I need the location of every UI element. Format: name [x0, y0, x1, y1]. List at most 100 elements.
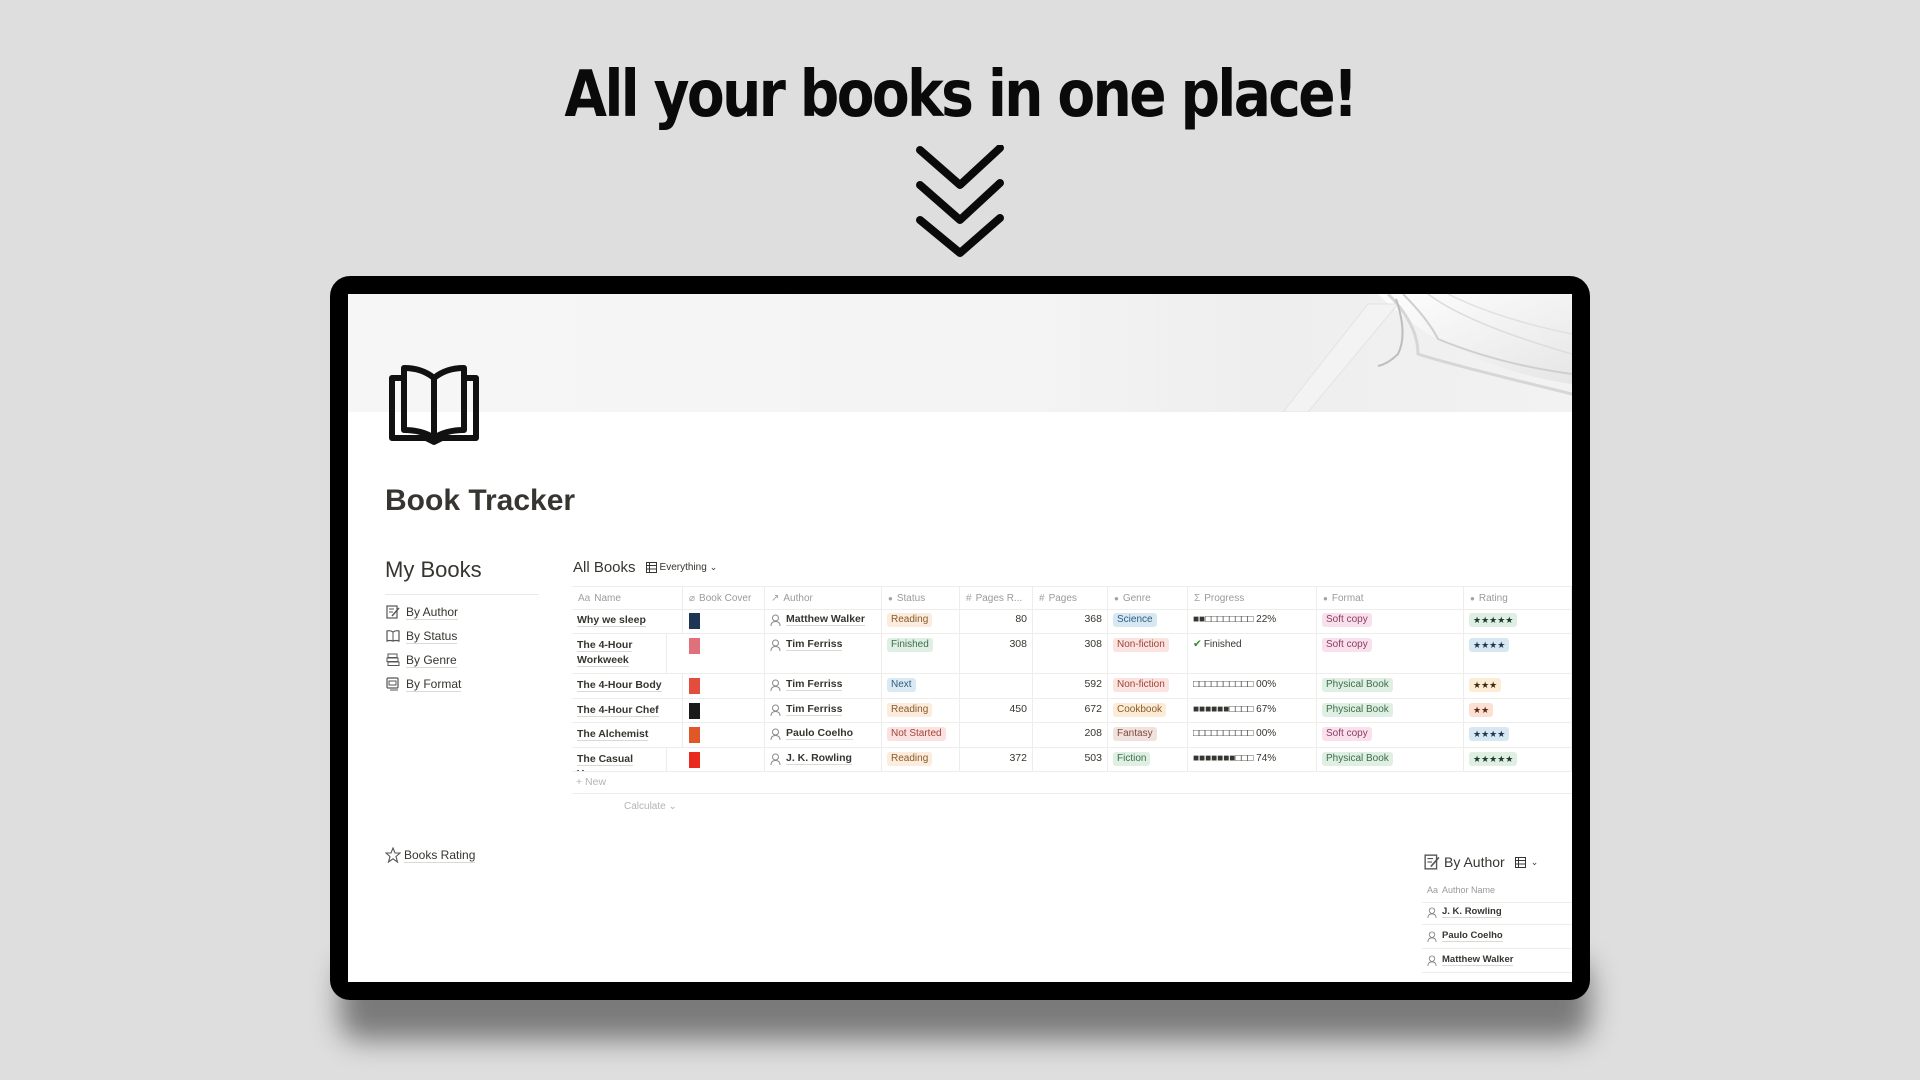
link-by-format[interactable]: By Format	[385, 673, 462, 695]
column-header-pages-read[interactable]: # Pages R...	[960, 587, 1033, 609]
author-link[interactable]: Tim Ferriss	[770, 703, 876, 716]
cell-book-cover[interactable]	[683, 747, 765, 771]
cell-pages[interactable]: 208	[1033, 722, 1108, 747]
cell-name[interactable]: The 4-Hour Workweek	[572, 633, 667, 673]
book-name[interactable]: The 4-Hour Chef	[577, 703, 677, 718]
new-button[interactable]: + New	[576, 776, 606, 788]
cell-format[interactable]: Physical Book	[1317, 673, 1464, 698]
author-link[interactable]: J. K. Rowling	[770, 752, 876, 765]
book-cover-thumbnail[interactable]	[689, 678, 700, 694]
book-cover-thumbnail[interactable]	[689, 727, 700, 743]
cell-progress[interactable]: □□□□□□□□□□ 00%	[1188, 673, 1317, 698]
cell-rating[interactable]: ★★★★	[1464, 722, 1572, 747]
cell-format[interactable]: Soft copy	[1317, 633, 1464, 673]
cell-rating[interactable]: ★★★	[1464, 673, 1572, 698]
cell-name[interactable]: The Alchemist	[572, 722, 683, 747]
cell-progress[interactable]: ■■■■■■□□□□ 67%	[1188, 698, 1317, 722]
book-cover-thumbnail[interactable]	[689, 703, 700, 719]
cell-author[interactable]: Tim Ferriss	[765, 633, 882, 673]
cell-author[interactable]: J. K. Rowling	[765, 747, 882, 771]
author-row[interactable]: Matthew Walker	[1422, 948, 1572, 973]
cell-format[interactable]: Soft copy	[1317, 722, 1464, 747]
cell-genre[interactable]: Cookbook	[1108, 698, 1188, 722]
cell-status[interactable]: Finished	[882, 633, 960, 673]
link-by-genre[interactable]: By Genre	[385, 649, 457, 671]
table-row[interactable]: The 4-Hour Chef Tim Ferriss Reading 450 672 C…	[572, 698, 1572, 723]
cell-author[interactable]: Tim Ferriss	[765, 698, 882, 722]
cell-author[interactable]: Paulo Coelho	[765, 722, 882, 747]
table-row[interactable]: The 4-Hour Workweek Tim Ferriss Finished 30…	[572, 633, 1572, 674]
column-header-name[interactable]: Aa Name	[572, 587, 683, 609]
author-link[interactable]: Matthew Walker	[770, 613, 876, 626]
book-name[interactable]: The Alchemist	[577, 727, 677, 742]
cell-genre[interactable]: Non-fiction	[1108, 673, 1188, 698]
cell-pages-read[interactable]: 372	[960, 747, 1033, 771]
table-icon[interactable]	[1514, 856, 1526, 868]
column-header-pages[interactable]: # Pages	[1033, 587, 1108, 609]
table-row[interactable]: Why we sleep Matthew Walker Reading 80 368 Sc…	[572, 608, 1572, 634]
column-header-genre[interactable]: ● Genre	[1108, 587, 1188, 609]
cell-book-cover[interactable]	[683, 698, 765, 722]
link-books-rating[interactable]: Books Rating	[385, 847, 476, 863]
column-header-status[interactable]: ● Status	[882, 587, 960, 609]
database-title[interactable]: All Books	[573, 559, 636, 576]
cell-author[interactable]: Tim Ferriss	[765, 673, 882, 698]
cell-status[interactable]: Reading	[882, 698, 960, 722]
cell-name[interactable]: The 4-Hour Body	[572, 673, 683, 698]
table-row[interactable]: The 4-Hour Body Tim Ferriss Next 592 Non-fic…	[572, 673, 1572, 699]
cell-status[interactable]: Next	[882, 673, 960, 698]
cell-pages[interactable]: 503	[1033, 747, 1108, 771]
cell-pages[interactable]: 368	[1033, 608, 1108, 633]
cell-name[interactable]: The Casual Vacancy	[572, 747, 667, 771]
cell-format[interactable]: Soft copy	[1317, 608, 1464, 633]
cell-rating[interactable]: ★★★★	[1464, 633, 1572, 673]
author-row[interactable]: Paulo Coelho	[1422, 924, 1572, 949]
cell-rating[interactable]: ★★★★★	[1464, 747, 1572, 771]
cell-genre[interactable]: Fiction	[1108, 747, 1188, 771]
author-row[interactable]: J. K. Rowling	[1422, 900, 1572, 925]
cell-book-cover[interactable]	[683, 722, 765, 747]
author-link[interactable]: Paulo Coelho	[770, 727, 876, 740]
cell-rating[interactable]: ★★★★★	[1464, 608, 1572, 633]
cell-book-cover[interactable]	[683, 608, 765, 633]
table-row[interactable]: The Alchemist Paulo Coelho Not Started 208 F…	[572, 722, 1572, 748]
cell-format[interactable]: Physical Book	[1317, 747, 1464, 771]
cell-author[interactable]: Matthew Walker	[765, 608, 882, 633]
cell-pages[interactable]: 592	[1033, 673, 1108, 698]
cell-status[interactable]: Reading	[882, 747, 960, 771]
cell-pages[interactable]: 308	[1033, 633, 1108, 673]
column-header-progress[interactable]: Σ Progress	[1188, 587, 1317, 609]
author-link[interactable]: Tim Ferriss	[770, 678, 876, 691]
book-cover-thumbnail[interactable]	[689, 638, 700, 654]
cell-book-cover[interactable]	[683, 633, 765, 673]
view-selector[interactable]: Everything ⌄	[645, 562, 717, 573]
cell-format[interactable]: Physical Book	[1317, 698, 1464, 722]
book-cover-thumbnail[interactable]	[689, 752, 700, 768]
column-header-book-cover[interactable]: ⌀ Book Cover	[683, 587, 765, 609]
column-header-rating[interactable]: ● Rating	[1464, 587, 1572, 609]
cell-progress[interactable]: ✔ Finished	[1188, 633, 1317, 673]
book-cover-thumbnail[interactable]	[689, 613, 700, 629]
cell-pages-read[interactable]: 450	[960, 698, 1033, 722]
cell-pages-read[interactable]	[960, 722, 1033, 747]
table-row[interactable]: The Casual Vacancy J. K. Rowling Reading 37…	[572, 747, 1572, 772]
cell-genre[interactable]: Science	[1108, 608, 1188, 633]
cell-status[interactable]: Not Started	[882, 722, 960, 747]
book-name[interactable]: Why we sleep	[577, 613, 677, 628]
column-header-author[interactable]: ↗ Author	[765, 587, 882, 609]
by-author-title[interactable]: By Author	[1444, 854, 1505, 870]
book-name[interactable]: The Casual Vacancy	[577, 752, 661, 771]
book-name[interactable]: The 4-Hour Workweek	[577, 638, 661, 668]
link-by-status[interactable]: By Status	[385, 625, 458, 647]
link-by-author[interactable]: By Author	[385, 601, 459, 623]
calculate-button[interactable]: Calculate ⌄	[624, 801, 677, 812]
new-row[interactable]: + New	[572, 771, 1572, 794]
cell-pages-read[interactable]	[960, 673, 1033, 698]
cell-genre[interactable]: Non-fiction	[1108, 633, 1188, 673]
cell-book-cover[interactable]	[683, 673, 765, 698]
cell-progress[interactable]: ■■□□□□□□□□ 22%	[1188, 608, 1317, 633]
column-header-format[interactable]: ● Format	[1317, 587, 1464, 609]
cell-progress[interactable]: □□□□□□□□□□ 00%	[1188, 722, 1317, 747]
cell-status[interactable]: Reading	[882, 608, 960, 633]
chevron-down-icon[interactable]: ⌄	[1531, 857, 1539, 868]
